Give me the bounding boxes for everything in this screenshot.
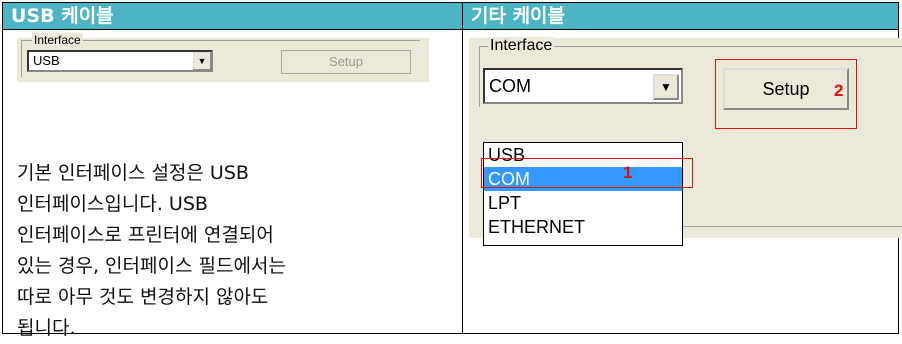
interface-select[interactable]: USB ▼ (27, 50, 213, 72)
description-line: 됩니다. (17, 317, 76, 339)
interface-select-value: USB (33, 53, 60, 68)
interface-select[interactable]: COM ▼ (483, 68, 683, 104)
description-line: 따로 아무 것도 변경하지 않아도 (17, 286, 269, 308)
usb-cable-heading: USB 케이블 (2, 2, 463, 30)
callout-number-1: 1 (623, 163, 633, 182)
usb-cable-cell: Interface USB ▼ Setup 기본 인터페이스 설정은 USB 인… (2, 29, 463, 339)
usb-interface-screenshot: Interface USB ▼ Setup (17, 33, 429, 82)
other-cable-heading: 기타 케이블 (462, 2, 899, 30)
callout-box-com (481, 158, 693, 188)
interface-label: Interface (32, 33, 83, 47)
description-line: 인터페이스로 프린터에 연결되어 (17, 224, 274, 246)
interface-select-value: COM (489, 76, 531, 96)
description-line: 인터페이스입니다. USB (17, 193, 208, 215)
interface-label: Interface (488, 37, 555, 55)
document-table: USB 케이블 기타 케이블 Interface USB ▼ Setup 기본 … (2, 2, 902, 339)
callout-number-2: 2 (834, 81, 844, 100)
dropdown-arrow-icon[interactable]: ▼ (193, 52, 211, 70)
usb-description: 기본 인터페이스 설정은 USB 인터페이스입니다. USB 인터페이스로 프린… (17, 158, 437, 344)
other-cable-cell: Interface COM ▼ Setup USB COM LPT ETHERN… (462, 29, 902, 334)
option-lpt[interactable]: LPT (484, 191, 682, 215)
dropdown-arrow-icon[interactable]: ▼ (653, 74, 679, 100)
description-line: 있는 경우, 인터페이스 필드에서는 (17, 255, 286, 277)
option-ethernet[interactable]: ETHERNET (484, 215, 682, 239)
setup-button-disabled: Setup (281, 50, 411, 74)
description-line: 기본 인터페이스 설정은 USB (17, 162, 249, 184)
